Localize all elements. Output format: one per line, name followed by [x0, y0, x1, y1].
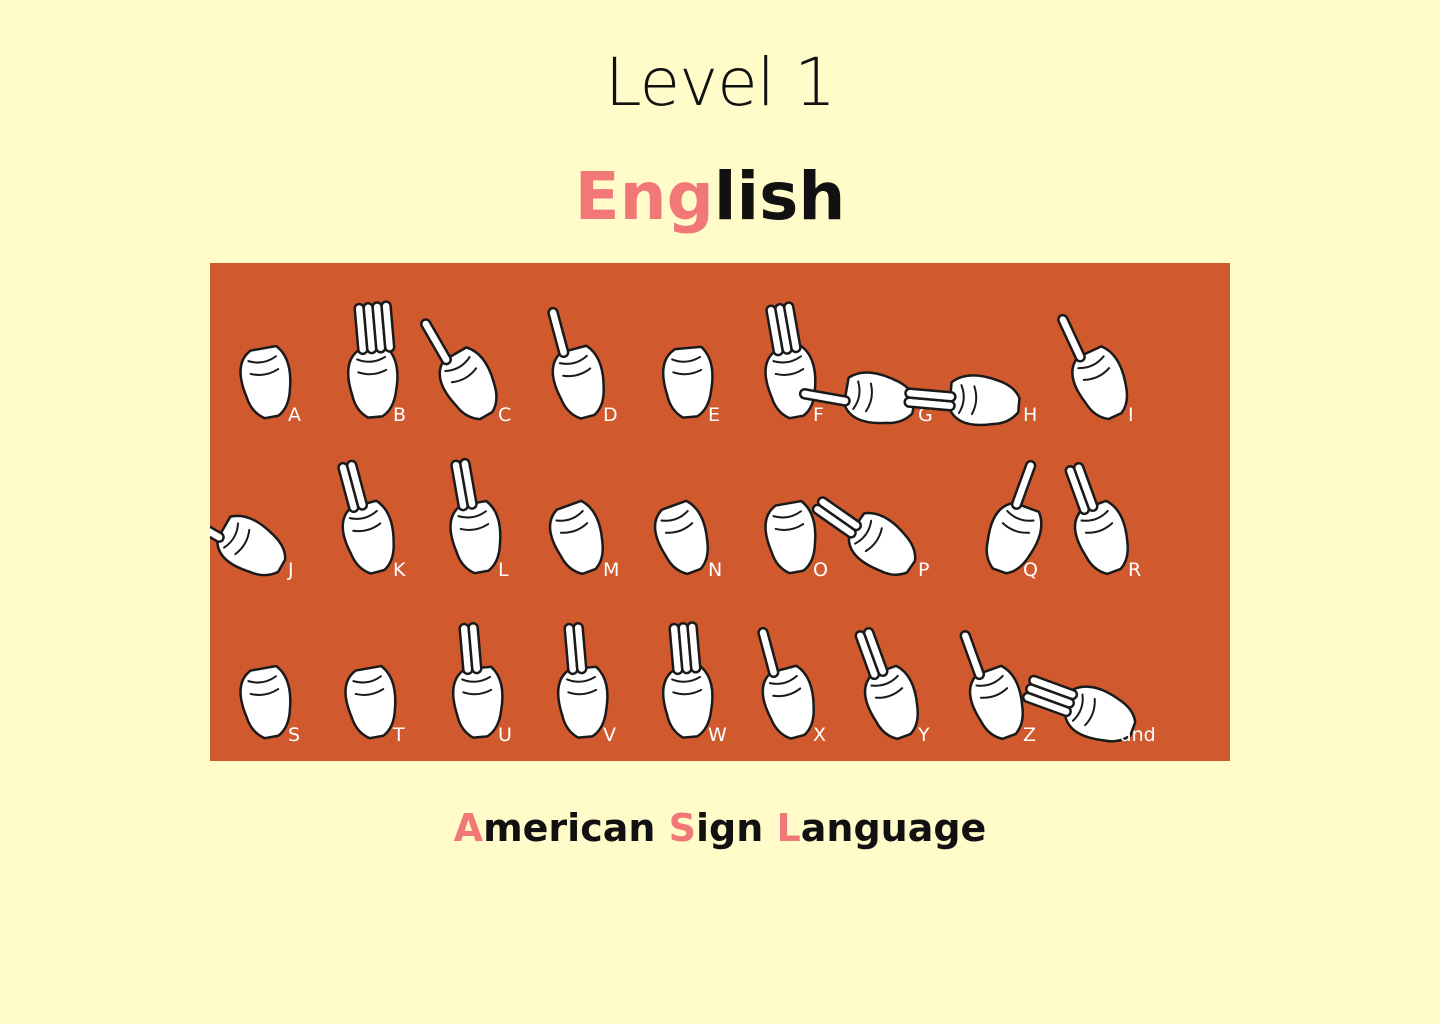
sign-d	[547, 306, 605, 420]
hand-finger	[1057, 313, 1086, 363]
sign-label-t: T	[392, 724, 405, 746]
sign-b	[346, 300, 399, 419]
sign-label-y: Y	[917, 724, 930, 746]
sign-q	[985, 459, 1043, 575]
sign-label-m: M	[603, 559, 619, 581]
footer-word1-rest: merican	[483, 806, 669, 850]
sign-label-and: and	[1120, 724, 1156, 746]
sign-label-v: V	[603, 724, 616, 746]
footer-caption: American Sign Language	[0, 806, 1440, 850]
sign-label-o: O	[813, 559, 828, 581]
sign-r	[1064, 461, 1129, 576]
sign-label-q: Q	[1023, 559, 1038, 581]
sign-label-n: N	[708, 559, 722, 581]
hand-finger	[420, 318, 453, 366]
sign-label-l: L	[498, 559, 509, 581]
sign-x	[757, 626, 815, 740]
sign-k	[337, 459, 395, 575]
hand-palm	[948, 374, 1021, 427]
hand-finger	[1010, 459, 1037, 510]
sign-u	[451, 621, 504, 739]
sign-label-b: B	[393, 404, 406, 426]
hand-finger	[547, 306, 570, 359]
hand-finger	[210, 510, 225, 543]
sign-label-p: P	[918, 559, 929, 581]
sign-label-j: J	[287, 559, 294, 581]
sign-label-e: E	[708, 404, 720, 426]
sign-j	[210, 510, 287, 577]
sign-label-r: R	[1128, 559, 1141, 581]
sign-f	[764, 301, 817, 420]
sign-label-a: A	[288, 404, 301, 426]
asl-alphabet-svg: A B C D E F G H IJ K L M N O P Q RS T U V W X Y Zand	[210, 300, 1156, 746]
sign-label-z: Z	[1023, 724, 1036, 746]
asl-alphabet-chart: A B C D E F G H I J K L M N O P Q R S T U V W X Y Zand	[210, 263, 1230, 761]
sign-v	[556, 621, 609, 739]
language-title-accent: Eng	[574, 158, 714, 235]
footer-word1-accent: A	[453, 806, 484, 850]
sign-label-x: X	[813, 724, 826, 746]
level-title: Level 1	[604, 44, 836, 121]
sign-l	[449, 457, 502, 575]
sign-label-c: C	[498, 404, 511, 426]
language-title: English	[0, 158, 1420, 235]
sign-label-s: S	[288, 724, 300, 746]
footer-word2-accent: S	[668, 806, 697, 850]
sign-c	[420, 318, 498, 421]
sign-y	[854, 626, 919, 741]
sign-label-u: U	[498, 724, 512, 746]
hand-palm	[216, 514, 287, 577]
sign-w	[661, 621, 714, 739]
footer-word2-rest: ign	[696, 806, 777, 850]
sign-i	[1057, 313, 1129, 421]
language-title-rest: lish	[713, 158, 846, 235]
sign-label-d: D	[603, 404, 618, 426]
sign-z	[959, 630, 1024, 741]
hand-finger	[959, 630, 986, 681]
sign-label-f: F	[813, 404, 824, 426]
hand-finger	[757, 626, 780, 679]
sign-label-w: W	[708, 724, 727, 746]
footer-word3-accent: L	[776, 806, 801, 850]
footer-word3-rest: anguage	[800, 806, 987, 850]
sign-label-i: I	[1128, 404, 1134, 426]
sign-label-k: K	[393, 559, 406, 581]
sign-label-h: H	[1023, 404, 1037, 426]
